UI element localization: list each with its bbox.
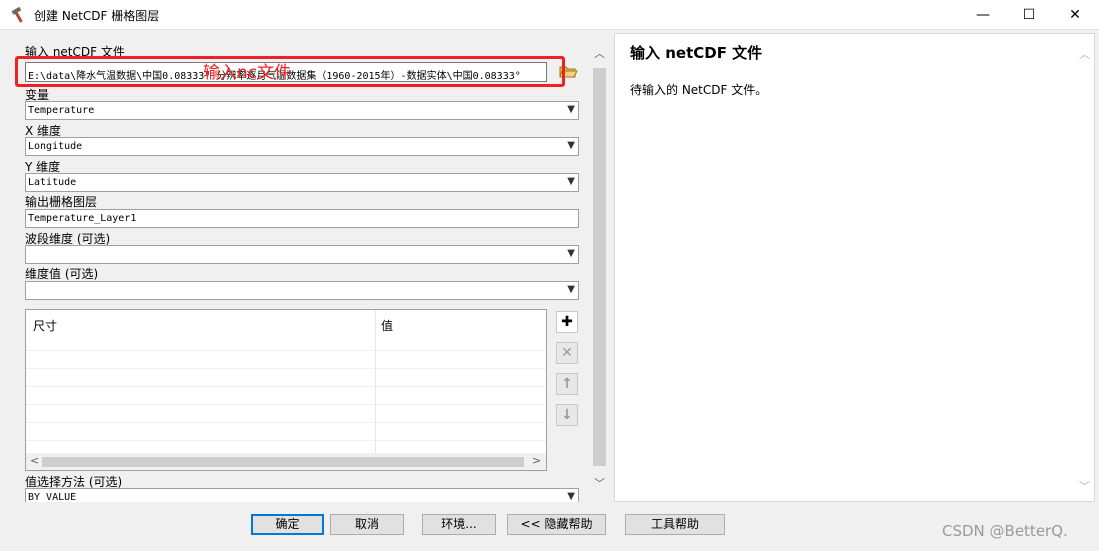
hide-help-button[interactable]: << 隐藏帮助 [507,514,606,535]
maximize-button[interactable]: ☐ [1006,0,1052,30]
parameters-pane: 输入 netCDF 文件 E:\data\降水气温数据\中国0.08333° 分… [4,33,610,502]
scroll-down-icon[interactable]: ﹀ [1077,478,1092,494]
title-bar: 创建 NetCDF 栅格图层 — ☐ ✕ [0,0,1099,30]
x-dimension-value: Longitude [28,141,83,152]
table-row [26,368,546,369]
move-up-button[interactable]: ↑ [556,373,578,395]
ok-button[interactable]: 确定 [251,514,324,535]
window-title: 创建 NetCDF 栅格图层 [34,9,160,23]
variable-dropdown[interactable]: Temperature ▼ [25,101,579,120]
move-down-button[interactable]: ↓ [556,404,578,426]
chevron-down-icon: ▼ [567,140,575,151]
table-horizontal-scrollbar[interactable]: < > [26,453,546,470]
annotation-text: 输入nc文件 [203,63,292,83]
output-layer-field[interactable]: Temperature_Layer1 [25,209,579,228]
output-layer-label: 输出栅格图层 [25,195,98,209]
chevron-down-icon: ▼ [567,176,575,187]
band-dimension-dropdown[interactable]: ▼ [25,245,579,264]
value-selection-value: BY_VALUE [28,492,77,502]
chevron-down-icon: ▼ [567,104,575,115]
table-header-value: 值 [381,319,394,333]
scroll-up-icon[interactable]: ︿ [592,45,607,61]
dimension-values-dropdown[interactable]: ▼ [25,281,579,300]
cancel-button[interactable]: 取消 [330,514,404,535]
scroll-left-icon[interactable]: < [30,454,39,467]
y-dimension-dropdown[interactable]: Latitude ▼ [25,173,579,192]
parameters-vertical-scrollbar[interactable]: ︿ ﹀ [592,45,607,491]
button-bar: 确定 取消 环境... << 隐藏帮助 工具帮助 CSDN @BetterQ. [0,503,1099,551]
table-row [26,386,546,387]
table-header-dimension: 尺寸 [33,319,58,333]
table-row [26,404,546,405]
column-divider [375,310,376,453]
annotation-highlight-box: 输入nc文件 [15,56,565,87]
dimension-value-table[interactable]: 尺寸 值 < > [25,309,547,471]
delete-icon: ✕ [561,345,573,361]
variable-value: Temperature [28,105,95,116]
hammer-icon [11,7,23,23]
help-body: 待输入的 NetCDF 文件。 [630,83,768,97]
chevron-down-icon: ▼ [567,248,575,259]
table-row [26,350,546,351]
table-row [26,440,546,441]
scroll-thumb[interactable] [42,457,524,467]
help-title: 输入 netCDF 文件 [630,44,763,62]
delete-row-button[interactable]: ✕ [556,342,578,364]
minimize-button[interactable]: — [960,0,1006,30]
scroll-down-icon[interactable]: ﹀ [592,475,607,491]
help-vertical-scrollbar[interactable]: ︿ ﹀ [1077,46,1092,494]
scroll-up-icon[interactable]: ︿ [1077,46,1092,62]
x-dimension-dropdown[interactable]: Longitude ▼ [25,137,579,156]
add-icon: ✚ [561,314,573,330]
chevron-down-icon: ▼ [567,284,575,295]
scroll-thumb[interactable] [593,68,606,466]
dimension-values-label: 维度值 (可选) [25,267,99,281]
scroll-right-icon[interactable]: > [532,454,541,467]
close-button[interactable]: ✕ [1052,0,1098,30]
help-pane: 输入 netCDF 文件 待输入的 NetCDF 文件。 ︿ ﹀ [614,33,1095,502]
value-selection-dropdown[interactable]: BY_VALUE ▼ [25,488,579,502]
watermark: CSDN @BetterQ. [942,522,1068,540]
tool-help-button[interactable]: 工具帮助 [625,514,725,535]
table-row [26,422,546,423]
arrow-up-icon: ↑ [561,376,573,392]
arrow-down-icon: ↓ [561,407,573,423]
chevron-down-icon: ▼ [567,491,575,502]
add-row-button[interactable]: ✚ [556,311,578,333]
environments-button[interactable]: 环境... [422,514,496,535]
y-dimension-value: Latitude [28,177,77,188]
